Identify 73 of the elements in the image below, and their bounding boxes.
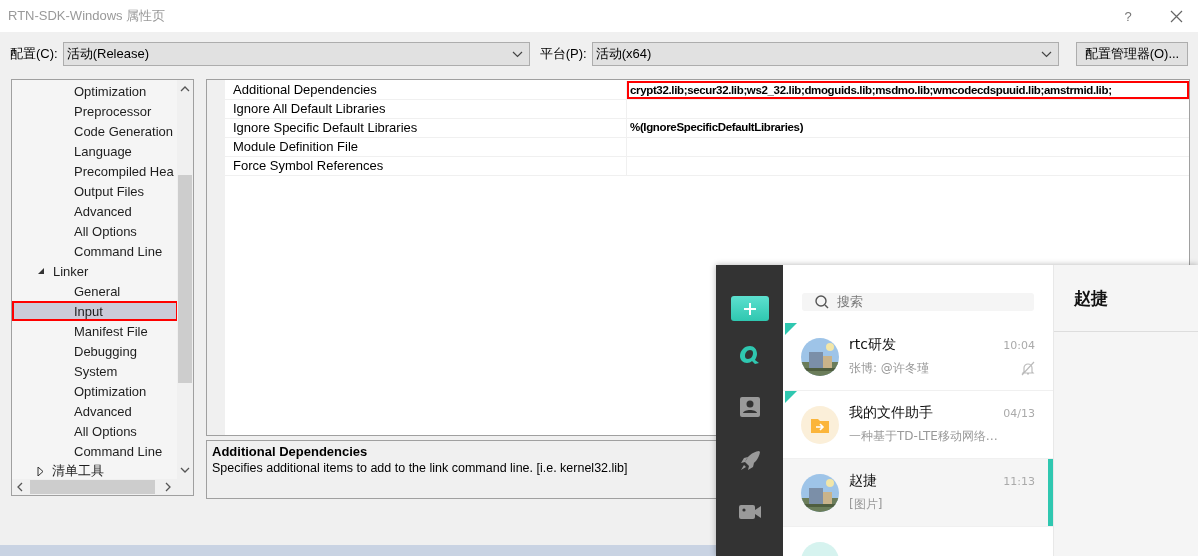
- conversation-time: 11:13: [1003, 474, 1035, 488]
- tree-item[interactable]: Debugging: [12, 341, 178, 361]
- conversation-time: 10:04: [1003, 338, 1035, 352]
- chat-logo-icon[interactable]: [739, 344, 760, 366]
- message-preview: 一种基于TD-LTE移动网络…: [849, 428, 998, 445]
- folder-avatar-icon: [801, 405, 839, 444]
- scroll-up-icon[interactable]: [180, 86, 190, 92]
- tree-item[interactable]: System: [12, 361, 178, 381]
- video-camera-icon[interactable]: [738, 503, 761, 522]
- dropdown-caret-icon: [1040, 50, 1052, 58]
- tree-item[interactable]: Command Line: [12, 441, 178, 461]
- tree-item[interactable]: Input: [12, 301, 178, 321]
- close-icon[interactable]: [1170, 9, 1183, 23]
- tree-item[interactable]: Advanced: [12, 201, 178, 221]
- conversation-item[interactable]: rtc研发 10:04 张博: @许冬瑾: [783, 323, 1053, 391]
- window-title: RTN-SDK-Windows 属性页: [8, 7, 167, 25]
- scrollbar-thumb[interactable]: [178, 175, 192, 383]
- conversation-name: 我的文件助手: [849, 404, 933, 422]
- contacts-icon[interactable]: [739, 397, 760, 418]
- conversation-name: 赵捷: [849, 472, 877, 490]
- property-name[interactable]: Force Symbol References: [225, 157, 627, 175]
- tree-item[interactable]: 清单工具: [12, 461, 178, 480]
- rocket-icon[interactable]: [738, 450, 761, 473]
- description-text: Specifies additional items to add to the link command line. [i.e. kernel32.lib]: [212, 461, 628, 475]
- tree-item[interactable]: All Options: [12, 421, 178, 441]
- dropdown-value: 活动(x64): [595, 45, 652, 63]
- tree-item[interactable]: Manifest File: [12, 321, 178, 341]
- conversation-name: rtc研发: [849, 336, 896, 354]
- search-field[interactable]: 搜索: [802, 293, 1034, 311]
- property-name[interactable]: Ignore Specific Default Libraries: [225, 119, 627, 137]
- tree-label: 清单工具: [52, 462, 104, 480]
- add-button[interactable]: [730, 296, 769, 321]
- tree-item[interactable]: Precompiled Hea: [12, 161, 178, 181]
- dropdown-caret-icon: [511, 50, 523, 58]
- property-value[interactable]: crypt32.lib;secur32.lib;ws2_32.lib;dmoguids.lib;msdmo.lib;wmcodecdspuuid.lib;amstrmid.lib;: [627, 81, 1189, 99]
- scroll-left-icon[interactable]: [17, 482, 23, 492]
- tree-label: Linker: [53, 263, 89, 279]
- tree-item[interactable]: Linker: [12, 261, 178, 281]
- property-name[interactable]: Ignore All Default Libraries: [225, 100, 627, 118]
- tree-item[interactable]: Command Line: [12, 241, 178, 261]
- description-title: Additional Dependencies: [212, 444, 368, 459]
- chat-title: 赵捷: [1054, 265, 1198, 332]
- scrollbar-thumb[interactable]: [30, 480, 155, 494]
- message-preview: [图片]: [849, 496, 883, 513]
- tree-item[interactable]: All Options: [12, 221, 178, 241]
- scroll-down-icon[interactable]: [180, 467, 190, 473]
- tree-item[interactable]: Optimization: [12, 81, 178, 101]
- tree-item[interactable]: Code Generation: [12, 121, 178, 141]
- property-name[interactable]: Additional Dependencies: [225, 81, 627, 99]
- configuration-dropdown[interactable]: 活动(Release): [62, 42, 530, 66]
- search-placeholder: 搜索: [837, 293, 863, 311]
- message-preview: 张博: @许冬瑾: [849, 360, 929, 377]
- tree-item[interactable]: General: [12, 281, 178, 301]
- scroll-right-icon[interactable]: [165, 482, 171, 492]
- tree-item[interactable]: Output Files: [12, 181, 178, 201]
- expanded-triangle-icon[interactable]: [37, 267, 45, 275]
- property-value[interactable]: %(IgnoreSpecificDefaultLibraries): [627, 119, 1189, 137]
- tree-item[interactable]: Language: [12, 141, 178, 161]
- configuration-manager-button[interactable]: 配置管理器(O)...: [1075, 42, 1189, 66]
- conversation-time: 04/13: [1003, 406, 1035, 420]
- field-label: 平台(P):: [539, 45, 587, 63]
- platform-dropdown[interactable]: 活动(x64): [591, 42, 1059, 66]
- help-button[interactable]: ?: [1118, 8, 1138, 24]
- tree-item[interactable]: Advanced: [12, 401, 178, 421]
- field-label: 配置(C):: [10, 45, 58, 63]
- conversation-item[interactable]: 赵捷 11:13 [图片]: [783, 459, 1053, 527]
- plus-icon: [742, 301, 757, 316]
- dropdown-value: 活动(Release): [66, 45, 150, 63]
- tree-item[interactable]: Optimization: [12, 381, 178, 401]
- tree-item[interactable]: Preprocessor: [12, 101, 178, 121]
- property-name[interactable]: Module Definition File: [225, 138, 627, 156]
- search-icon: [815, 295, 829, 309]
- collapsed-triangle-icon[interactable]: [37, 466, 44, 476]
